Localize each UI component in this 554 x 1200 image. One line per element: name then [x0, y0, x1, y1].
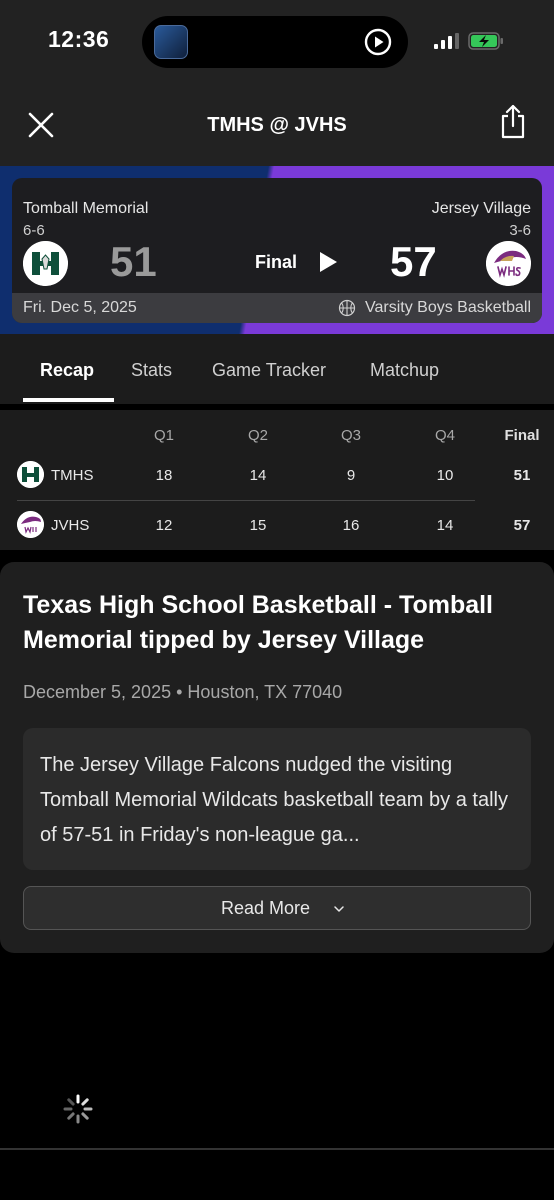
dynamic-island[interactable]: [142, 16, 408, 68]
table-cell-final: 57: [513, 517, 531, 534]
row-divider: [17, 500, 475, 501]
tab-stats[interactable]: Stats: [131, 360, 172, 381]
cellular-signal-icon: [434, 33, 459, 49]
sport-label: Varsity Boys Basketball: [365, 299, 531, 316]
bottom-divider: [0, 1148, 554, 1150]
box-score-table: Q1 Q2 Q3 Q4 Final TMHS 18 14 9 10 51 JVH…: [0, 410, 554, 550]
tab-game-tracker[interactable]: Game Tracker: [212, 360, 326, 381]
scoreboard: Tomball Memorial 6-6 Jersey Village 3-6 …: [0, 166, 554, 334]
score-card: Tomball Memorial 6-6 Jersey Village 3-6 …: [12, 178, 542, 323]
column-header: Q4: [434, 427, 455, 444]
game-date: Fri. Dec 5, 2025: [23, 299, 137, 316]
status-time: 12:36: [48, 26, 110, 52]
table-cell: 18: [155, 467, 173, 484]
tab-recap[interactable]: Recap: [40, 360, 94, 381]
tmhs-row-logo: [17, 461, 44, 488]
chevron-down-icon: [334, 906, 344, 912]
column-header: Final: [504, 427, 540, 444]
away-team-score: 57: [390, 238, 437, 285]
tab-bar: Recap Stats Game Tracker Matchup: [0, 334, 554, 404]
tab-matchup[interactable]: Matchup: [370, 360, 439, 381]
meta-separator: •: [176, 682, 188, 702]
away-team-name[interactable]: Jersey Village: [432, 200, 531, 218]
table-cell: 15: [249, 517, 267, 534]
home-team-record: 6-6: [23, 222, 45, 239]
jersey-village-logo[interactable]: [486, 241, 531, 286]
nav-header: TMHS @ JVHS: [0, 84, 554, 166]
article-summary: The Jersey Village Falcons nudged the vi…: [40, 754, 508, 846]
home-team-name[interactable]: Tomball Memorial: [23, 200, 148, 218]
read-more-label: Read More: [221, 898, 311, 918]
table-row-team: TMHS: [51, 467, 94, 484]
share-icon[interactable]: [498, 104, 528, 140]
table-row-team: JVHS: [51, 517, 90, 534]
table-cell: 16: [342, 517, 360, 534]
play-circle-icon[interactable]: [364, 28, 392, 56]
column-header: Q3: [340, 427, 361, 444]
battery-charging-icon: [468, 32, 503, 50]
basketball-icon: [338, 299, 356, 317]
game-info-bar: Fri. Dec 5, 2025 Varsity Boys Basketball: [12, 293, 542, 323]
away-team-record: 3-6: [509, 222, 531, 239]
tomball-memorial-logo[interactable]: [23, 241, 68, 286]
table-cell-final: 51: [513, 467, 531, 484]
page-title: TMHS @ JVHS: [207, 114, 347, 136]
table-cell: 14: [436, 517, 454, 534]
status-bar: 12:36: [0, 0, 554, 84]
table-cell: 10: [436, 467, 454, 484]
article-date: December 5, 2025: [23, 682, 172, 702]
table-cell: 14: [249, 467, 267, 484]
jvhs-row-logo: [17, 511, 44, 538]
article-meta: December 5, 2025 • Houston, TX 77040: [23, 682, 342, 703]
active-tab-indicator: [23, 398, 114, 402]
loading-spinner-icon: [63, 1094, 93, 1124]
home-team-score: 51: [110, 238, 157, 285]
table-cell: 9: [346, 467, 356, 484]
column-header: Q2: [247, 427, 268, 444]
game-status: Final: [255, 252, 298, 272]
table-cell: 12: [155, 517, 173, 534]
article-title[interactable]: Texas High School Basketball - Tomball M…: [23, 588, 528, 658]
article-location: Houston, TX 77040: [187, 682, 343, 702]
play-icon[interactable]: [318, 251, 338, 273]
article-summary-box: The Jersey Village Falcons nudged the vi…: [23, 728, 531, 870]
now-playing-artwork: [154, 25, 188, 59]
recap-article-card: Texas High School Basketball - Tomball M…: [0, 562, 554, 953]
column-header: Q1: [153, 427, 174, 444]
read-more-button[interactable]: Read More: [23, 886, 531, 930]
